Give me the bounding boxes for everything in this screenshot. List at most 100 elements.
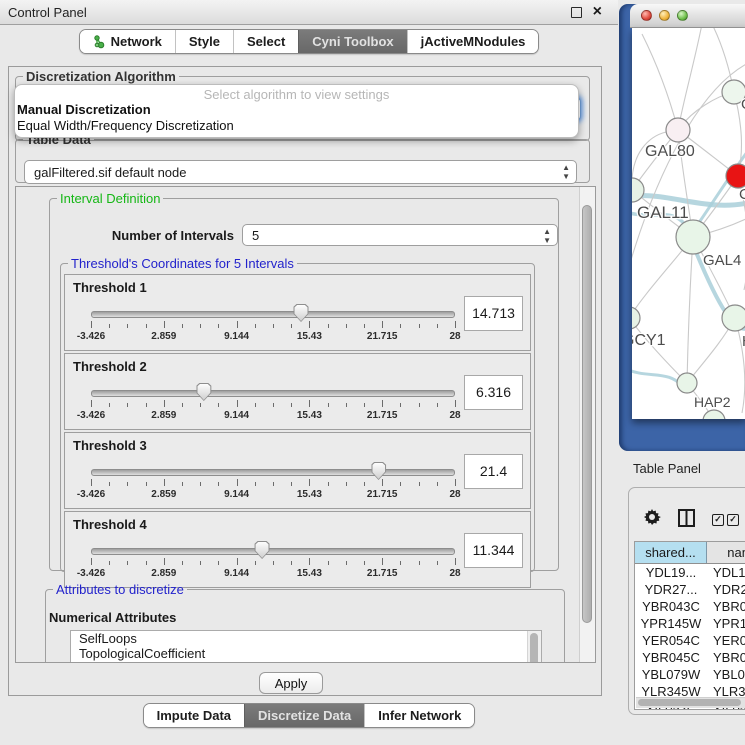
network-node[interactable] bbox=[677, 373, 697, 393]
checkbox-icon[interactable]: ✓ bbox=[727, 514, 739, 526]
tab-select[interactable]: Select bbox=[233, 30, 298, 53]
network-edge[interactable] bbox=[687, 237, 693, 383]
bottom-tab-bar: Impute DataDiscretize DataInfer Network bbox=[143, 703, 476, 728]
settings-gear-icon[interactable] bbox=[643, 509, 661, 532]
slider-track[interactable] bbox=[91, 548, 455, 555]
threshold-value-field[interactable]: 14.713 bbox=[464, 296, 523, 331]
network-node[interactable] bbox=[632, 307, 640, 329]
slider-track[interactable] bbox=[91, 469, 455, 476]
network-edge[interactable] bbox=[678, 28, 702, 130]
zoom-traffic-light[interactable] bbox=[677, 10, 688, 21]
horizontal-scrollbar[interactable] bbox=[636, 697, 745, 708]
control-panel-titlebar: Control Panel × bbox=[0, 0, 618, 25]
tick-label: 28 bbox=[449, 410, 460, 421]
tab-style[interactable]: Style bbox=[175, 30, 233, 53]
apply-button[interactable]: Apply bbox=[259, 672, 323, 694]
slider-thumb-icon[interactable] bbox=[196, 383, 211, 401]
table-cell: YBR045C bbox=[707, 650, 745, 665]
list-scrollbar-thumb[interactable] bbox=[530, 633, 538, 663]
panel-title: Control Panel bbox=[0, 5, 87, 20]
popup-option[interactable]: Manual Discretization bbox=[15, 102, 578, 118]
table-data-combobox[interactable]: galFiltered.sif default node ▲▼ bbox=[24, 160, 577, 184]
tab-jactivemnodules[interactable]: jActiveMNodules bbox=[407, 30, 539, 53]
close-icon[interactable]: × bbox=[593, 4, 602, 20]
table-row[interactable]: YDR27...YDR27... bbox=[635, 581, 745, 598]
table-row[interactable]: YER054CYER054C bbox=[635, 632, 745, 649]
table-row[interactable]: YDL19...YDL19... bbox=[635, 564, 745, 581]
network-view[interactable]: GAL80GACGAL11GAL4GCY1HHAP2 bbox=[632, 28, 745, 419]
tab-cyni-toolbox[interactable]: Cyni Toolbox bbox=[298, 30, 406, 53]
network-graph[interactable]: GAL80GACGAL11GAL4GCY1HHAP2 bbox=[632, 28, 745, 419]
table-cell: YBR043C bbox=[707, 599, 745, 614]
table-data-group: Table Data galFiltered.sif default node … bbox=[15, 132, 590, 183]
network-node-label: GAL11 bbox=[637, 203, 689, 222]
table-panel-titlebar: Table Panel bbox=[618, 451, 745, 486]
column-header[interactable]: name bbox=[707, 542, 745, 563]
column-header[interactable]: shared... bbox=[635, 542, 707, 563]
threshold-slider[interactable]: -3.4262.8599.14415.4321.71528 bbox=[91, 382, 455, 426]
list-item[interactable]: SelfLoops bbox=[71, 631, 541, 646]
bottom-tab-row: Impute DataDiscretize DataInfer Network bbox=[0, 703, 618, 728]
list-scrollbar[interactable] bbox=[527, 631, 541, 663]
network-node[interactable] bbox=[703, 410, 725, 419]
network-node-label: HAP2 bbox=[694, 394, 731, 410]
table-row[interactable]: YBR045CYBR045C bbox=[635, 649, 745, 666]
vertical-scrollbar-thumb[interactable] bbox=[582, 205, 592, 623]
tick-label: 15.43 bbox=[297, 410, 322, 421]
tick-label: -3.426 bbox=[77, 568, 105, 579]
slider-thumb-icon[interactable] bbox=[255, 541, 270, 559]
slider-thumb-icon[interactable] bbox=[371, 462, 386, 480]
table-cell: YPR145W bbox=[707, 616, 745, 631]
network-node[interactable] bbox=[726, 164, 745, 188]
threshold-slider[interactable]: -3.4262.8599.14415.4321.71528 bbox=[91, 540, 455, 584]
vertical-scrollbar[interactable] bbox=[579, 187, 595, 662]
network-node[interactable] bbox=[722, 305, 745, 331]
threshold-value-field[interactable]: 11.344 bbox=[464, 533, 523, 568]
slider-track[interactable] bbox=[91, 311, 455, 318]
table-cell: YDR27... bbox=[707, 582, 745, 597]
right-column: GAL80GACGAL11GAL4GCY1HHAP2 Table Panel ✓… bbox=[618, 0, 745, 745]
tab-discretize-data[interactable]: Discretize Data bbox=[244, 704, 364, 727]
table-row[interactable]: YBR043CYBR043C bbox=[635, 598, 745, 615]
tab-infer-network[interactable]: Infer Network bbox=[364, 704, 474, 727]
slider-tick-labels: -3.4262.8599.14415.4321.71528 bbox=[91, 410, 455, 422]
slider-tick-labels: -3.4262.8599.14415.4321.71528 bbox=[91, 489, 455, 501]
network-node[interactable] bbox=[676, 220, 710, 254]
slider-ticks bbox=[91, 479, 455, 489]
tick-label: 9.144 bbox=[224, 489, 249, 500]
numerical-attributes-list[interactable]: SelfLoopsTopologicalCoefficientBetweenne… bbox=[70, 630, 542, 663]
popup-option[interactable]: Equal Width/Frequency Discretization bbox=[15, 118, 578, 134]
tab-impute-data[interactable]: Impute Data bbox=[144, 704, 244, 727]
horizontal-scrollbar-thumb[interactable] bbox=[638, 699, 741, 706]
tick-label: 15.43 bbox=[297, 489, 322, 500]
threshold-value-field[interactable]: 6.316 bbox=[464, 375, 523, 410]
network-edge[interactable] bbox=[642, 34, 678, 130]
threshold-panel: Threshold 4-3.4262.8599.14415.4321.71528… bbox=[64, 511, 531, 588]
list-item[interactable]: TopologicalCoefficient bbox=[71, 646, 541, 661]
threshold-value-field[interactable]: 21.4 bbox=[464, 454, 523, 489]
table-cell: YER054C bbox=[635, 633, 707, 648]
slider-thumb-icon[interactable] bbox=[294, 304, 309, 322]
split-columns-icon[interactable] bbox=[678, 509, 695, 532]
float-window-icon[interactable] bbox=[571, 7, 582, 18]
close-traffic-light[interactable] bbox=[641, 10, 652, 21]
slider-track[interactable] bbox=[91, 390, 455, 397]
tab-network[interactable]: Network bbox=[80, 30, 175, 53]
top-tab-row: NetworkStyle Select Cyni ToolboxjActiveMNo… bbox=[0, 29, 618, 54]
table-cell: YBL079W bbox=[707, 667, 745, 682]
top-tab-bar: NetworkStyle Select Cyni ToolboxjActiveMNo… bbox=[79, 29, 540, 54]
table-row[interactable]: YBL079WYBL079W bbox=[635, 666, 745, 683]
tick-label: 21.715 bbox=[367, 568, 398, 579]
tick-label: 9.144 bbox=[224, 331, 249, 342]
network-edge[interactable] bbox=[632, 368, 684, 388]
threshold-slider[interactable]: -3.4262.8599.14415.4321.71528 bbox=[91, 461, 455, 505]
checkbox-icon[interactable]: ✓ bbox=[712, 514, 724, 526]
minimize-traffic-light[interactable] bbox=[659, 10, 670, 21]
network-node[interactable] bbox=[666, 118, 690, 142]
tab-label: Select bbox=[247, 34, 285, 49]
table-row[interactable]: YPR145WYPR145W bbox=[635, 615, 745, 632]
thresholds-group: Threshold's Coordinates for 5 Intervals … bbox=[60, 256, 535, 572]
threshold-slider[interactable]: -3.4262.8599.14415.4321.71528 bbox=[91, 303, 455, 347]
list-item[interactable]: BetweennessCentrality bbox=[71, 661, 541, 663]
num-intervals-combobox[interactable]: 5 ▲▼ bbox=[242, 224, 558, 246]
